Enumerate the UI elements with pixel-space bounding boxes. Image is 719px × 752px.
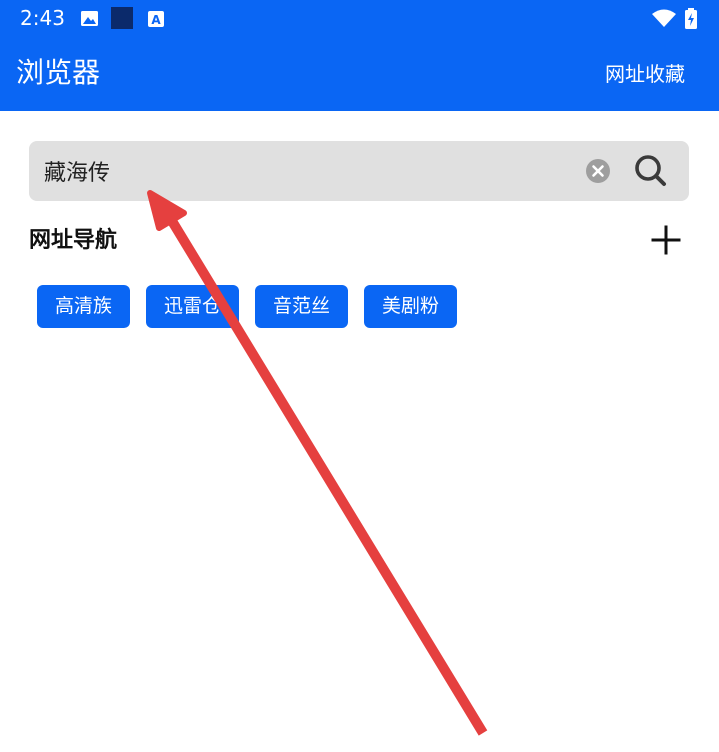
wifi-icon xyxy=(652,9,676,27)
annotation-arrow xyxy=(147,190,488,736)
browser-app: 2:43 A 浏览器 网址收藏 藏海传 网址导航 高清族 迅雷仓 音范丝 美剧粉 xyxy=(0,0,719,752)
nav-chip[interactable]: 美剧粉 xyxy=(364,285,457,328)
battery-charging-icon xyxy=(685,8,697,29)
status-time: 2:43 xyxy=(20,6,65,30)
nav-section-title: 网址导航 xyxy=(29,228,118,253)
app-title: 浏览器 xyxy=(16,56,101,89)
status-bar: 2:43 A xyxy=(0,0,719,36)
font-a-icon: A xyxy=(148,11,164,27)
app-bar: 浏览器 网址收藏 xyxy=(0,36,719,111)
app-square-icon xyxy=(111,7,133,29)
nav-chip[interactable]: 高清族 xyxy=(37,285,130,328)
search-icon[interactable] xyxy=(633,153,669,189)
image-icon xyxy=(81,11,98,26)
bookmarks-button[interactable]: 网址收藏 xyxy=(605,60,685,88)
add-icon[interactable] xyxy=(648,222,684,258)
search-box xyxy=(29,141,689,201)
clear-icon[interactable] xyxy=(585,158,611,184)
nav-chip[interactable]: 音范丝 xyxy=(255,285,348,328)
search-input[interactable] xyxy=(44,141,564,201)
nav-chip[interactable]: 迅雷仓 xyxy=(146,285,239,328)
svg-text:A: A xyxy=(151,13,161,27)
